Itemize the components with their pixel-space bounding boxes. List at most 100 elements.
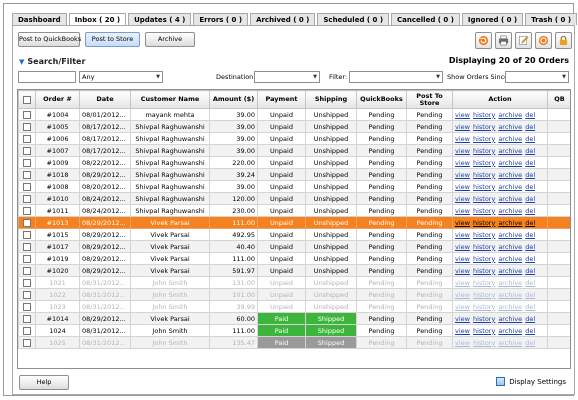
table-row[interactable]: #1018 08/29/2012... Shivpal Raghuwanshi 39.… xyxy=(18,168,570,181)
search-input[interactable] xyxy=(18,71,76,83)
table-row[interactable]: #1004 08/01/2012... mayank mehta 39.00 Unpai… xyxy=(18,108,570,121)
table-row[interactable]: 1023 08/31/2012... John Smith 39.99 Unpaid Un… xyxy=(18,300,570,313)
action-archive-link[interactable]: archive xyxy=(498,111,522,119)
destination-select[interactable] xyxy=(254,71,320,83)
action-del-link[interactable]: del xyxy=(525,171,535,179)
action-view-link[interactable]: view xyxy=(455,243,470,251)
tab-errors[interactable]: Errors ( 0 ) xyxy=(193,13,249,25)
action-history-link[interactable]: history xyxy=(473,219,495,227)
action-archive-link[interactable]: archive xyxy=(498,159,522,167)
refresh-icon[interactable] xyxy=(475,32,492,49)
action-del-link[interactable]: del xyxy=(525,315,535,323)
action-history-link[interactable]: history xyxy=(473,303,495,311)
action-del-link[interactable]: del xyxy=(525,183,535,191)
print-icon[interactable] xyxy=(495,32,512,49)
row-checkbox[interactable] xyxy=(23,230,31,239)
action-del-link[interactable]: del xyxy=(525,123,535,131)
row-checkbox[interactable] xyxy=(23,170,31,179)
action-archive-link[interactable]: archive xyxy=(498,267,522,275)
action-history-link[interactable]: history xyxy=(473,291,495,299)
action-archive-link[interactable]: archive xyxy=(498,171,522,179)
action-del-link[interactable]: del xyxy=(525,291,535,299)
action-archive-link[interactable]: archive xyxy=(498,123,522,131)
table-row[interactable]: #1020 08/29/2012... Vivek Parsai 591.97 Unpa… xyxy=(18,264,570,277)
action-view-link[interactable]: view xyxy=(455,207,470,215)
action-history-link[interactable]: history xyxy=(473,123,495,131)
action-view-link[interactable]: view xyxy=(455,123,470,131)
status-select[interactable]: Any xyxy=(79,71,163,83)
action-view-link[interactable]: view xyxy=(455,255,470,263)
action-history-link[interactable]: history xyxy=(473,339,495,347)
tab-updates[interactable]: Updates ( 4 ) xyxy=(128,13,192,25)
display-settings-button[interactable]: Display Settings xyxy=(496,377,566,386)
row-checkbox[interactable] xyxy=(23,194,31,203)
action-del-link[interactable]: del xyxy=(525,243,535,251)
row-checkbox[interactable] xyxy=(23,218,31,227)
action-del-link[interactable]: del xyxy=(525,219,535,227)
action-view-link[interactable]: view xyxy=(455,279,470,287)
table-row[interactable]: #1005 08/17/2012... Shivpal Raghuwanshi 39.… xyxy=(18,120,570,133)
action-del-link[interactable]: del xyxy=(525,147,535,155)
action-del-link[interactable]: del xyxy=(525,303,535,311)
edit-icon[interactable] xyxy=(515,32,532,49)
archive-button[interactable]: Archive xyxy=(145,32,195,47)
action-history-link[interactable]: history xyxy=(473,231,495,239)
action-history-link[interactable]: history xyxy=(473,195,495,203)
table-row[interactable]: #1009 08/22/2012... Shivpal Raghuwanshi 220… xyxy=(18,156,570,169)
row-checkbox[interactable] xyxy=(23,242,31,251)
cancel-icon[interactable] xyxy=(535,32,552,49)
table-row[interactable]: #1008 08/20/2012... Shivpal Raghuwanshi 39.… xyxy=(18,180,570,193)
row-checkbox[interactable] xyxy=(23,110,31,119)
table-row[interactable]: #1015 08/29/2012... Vivek Parsai 492.95 Unpa… xyxy=(18,228,570,241)
row-checkbox[interactable] xyxy=(23,326,31,335)
tab-archived[interactable]: Archived ( 0 ) xyxy=(250,13,316,25)
table-row[interactable]: #1011 08/24/2012... Shivpal Raghuwanshi 230… xyxy=(18,204,570,217)
header-shipping[interactable]: Shipping xyxy=(305,90,357,109)
action-del-link[interactable]: del xyxy=(525,327,535,335)
header-order[interactable]: Order # xyxy=(35,90,80,109)
post-to-quickbooks-button[interactable]: Post to QuickBooks xyxy=(18,32,81,47)
table-row[interactable]: 1021 08/31/2012... John Smith 131.00 Unpaid U… xyxy=(18,276,570,289)
row-checkbox[interactable] xyxy=(23,158,31,167)
table-row[interactable]: #1017 08/29/2012... Vivek Parsai 40.40 Unpai… xyxy=(18,240,570,253)
orders-since-select[interactable] xyxy=(505,71,569,83)
action-view-link[interactable]: view xyxy=(455,159,470,167)
action-view-link[interactable]: view xyxy=(455,219,470,227)
action-view-link[interactable]: view xyxy=(455,339,470,347)
action-history-link[interactable]: history xyxy=(473,315,495,323)
action-archive-link[interactable]: archive xyxy=(498,219,522,227)
table-row[interactable]: #1013 08/29/2012... Vivek Parsai 111.00 Unpa… xyxy=(18,216,570,229)
row-checkbox[interactable] xyxy=(23,134,31,143)
tab-ignored[interactable]: Ignored ( 0 ) xyxy=(461,13,524,25)
action-del-link[interactable]: del xyxy=(525,111,535,119)
action-history-link[interactable]: history xyxy=(473,327,495,335)
action-archive-link[interactable]: archive xyxy=(498,135,522,143)
header-qb[interactable]: QB xyxy=(547,90,570,109)
row-checkbox[interactable] xyxy=(23,122,31,131)
action-archive-link[interactable]: archive xyxy=(498,315,522,323)
row-checkbox[interactable] xyxy=(23,278,31,287)
action-history-link[interactable]: history xyxy=(473,159,495,167)
action-view-link[interactable]: view xyxy=(455,291,470,299)
action-archive-link[interactable]: archive xyxy=(498,291,522,299)
header-quickbooks[interactable]: QuickBooks xyxy=(356,90,407,109)
action-del-link[interactable]: del xyxy=(525,159,535,167)
table-row[interactable]: #1010 08/24/2012... Shivpal Raghuwanshi 120… xyxy=(18,192,570,205)
action-del-link[interactable]: del xyxy=(525,267,535,275)
action-archive-link[interactable]: archive xyxy=(498,303,522,311)
action-archive-link[interactable]: archive xyxy=(498,255,522,263)
action-del-link[interactable]: del xyxy=(525,279,535,287)
action-view-link[interactable]: view xyxy=(455,135,470,143)
tab-scheduled[interactable]: Scheduled ( 0 ) xyxy=(317,13,390,25)
action-del-link[interactable]: del xyxy=(525,207,535,215)
action-view-link[interactable]: view xyxy=(455,147,470,155)
action-history-link[interactable]: history xyxy=(473,243,495,251)
header-select-all[interactable] xyxy=(18,90,36,109)
action-view-link[interactable]: view xyxy=(455,315,470,323)
action-history-link[interactable]: history xyxy=(473,111,495,119)
action-del-link[interactable]: del xyxy=(525,195,535,203)
row-checkbox[interactable] xyxy=(23,206,31,215)
action-archive-link[interactable]: archive xyxy=(498,339,522,347)
action-history-link[interactable]: history xyxy=(473,147,495,155)
action-view-link[interactable]: view xyxy=(455,231,470,239)
